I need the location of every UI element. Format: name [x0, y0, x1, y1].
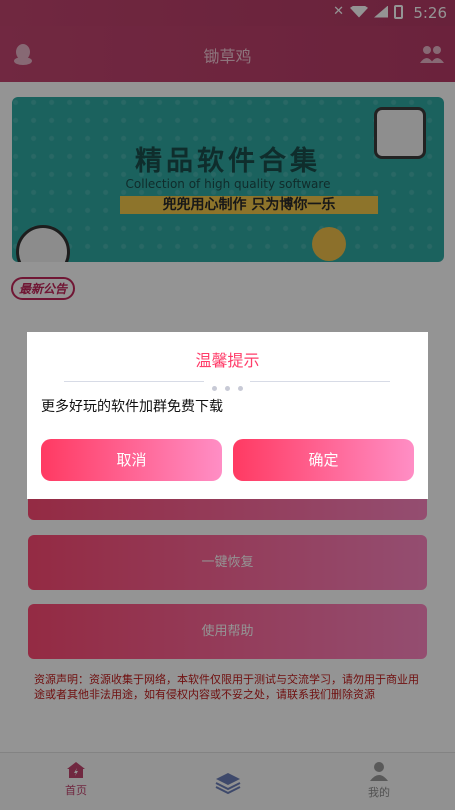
tip-dialog: 温馨提示 更多好玩的软件加群免费下载 取消 确定	[27, 332, 428, 499]
confirm-button[interactable]: 确定	[233, 439, 414, 481]
cancel-button[interactable]: 取消	[41, 439, 222, 481]
dialog-dots	[204, 377, 250, 391]
dialog-title: 温馨提示	[195, 351, 260, 370]
dialog-message: 更多好玩的软件加群免费下载	[41, 399, 223, 415]
